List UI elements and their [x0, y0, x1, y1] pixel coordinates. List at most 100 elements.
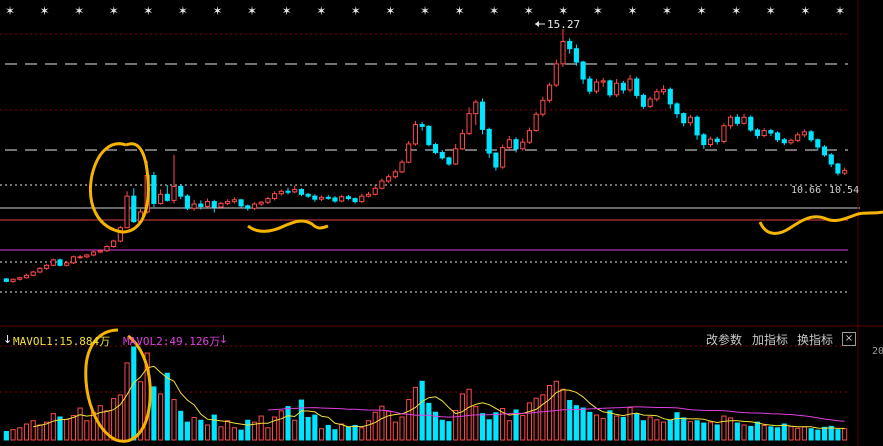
close-icon[interactable]: ×	[842, 332, 856, 346]
candle-body	[298, 188, 305, 195]
star-marker-icon: ✶	[40, 4, 50, 18]
volume-bar	[620, 416, 626, 441]
candle-body	[218, 202, 224, 208]
volume-bar	[446, 421, 452, 441]
candle-body	[23, 274, 30, 279]
chart-stage: ✶ ✶ ✶ ✶ ✶ ✶ ✶ ✶ ✶ ✶ ✶ ✶ ✶ ✶ ✶ ✶ ✶ ✶ ✶ ✶ ✶ ✶ ✶ ✶ ✶ 15.27 10.66 10…	[0, 0, 883, 446]
volume-bar	[520, 415, 526, 441]
candle-body	[500, 147, 506, 168]
volume-bar	[573, 405, 579, 441]
candle-body	[312, 195, 318, 200]
candle-body	[386, 176, 392, 182]
volume-bar	[721, 415, 727, 441]
candle-body	[439, 151, 445, 159]
volume-bar	[278, 410, 284, 441]
candle-body	[446, 157, 452, 165]
candle-body	[815, 139, 821, 148]
volume-bar	[305, 416, 311, 441]
star-marker-icon: ✶	[593, 4, 603, 18]
modify-params-button[interactable]: 改参数	[706, 331, 742, 348]
candle-body	[392, 171, 398, 178]
candle-body	[627, 78, 633, 91]
volume-bar	[184, 421, 191, 441]
volume-bar	[748, 425, 754, 441]
volume-bar	[218, 426, 224, 441]
candle-body	[788, 139, 794, 144]
volume-bar	[245, 419, 251, 441]
candle-body	[365, 193, 372, 197]
volume-bar	[560, 388, 566, 441]
volume-bar	[687, 421, 693, 441]
star-marker-icon: ✶	[282, 4, 292, 18]
star-marker-icon: ✶	[455, 4, 465, 18]
candle-body	[258, 201, 264, 205]
max-price-marker: 15.27	[535, 18, 580, 31]
candle-body	[473, 101, 479, 115]
candle-body	[520, 141, 526, 150]
volume-bar	[178, 410, 184, 441]
volume-bar	[64, 418, 70, 441]
volume-bar	[198, 419, 204, 441]
volume-bar	[479, 413, 486, 441]
candle-body	[44, 264, 50, 269]
volume-bar	[821, 426, 828, 441]
volume-bar	[808, 428, 814, 441]
volume-bar	[372, 411, 378, 441]
candle-body	[607, 80, 613, 96]
volume-bar	[171, 399, 177, 441]
candle-body	[593, 81, 600, 92]
candle-body	[104, 245, 110, 252]
volume-bar	[761, 424, 767, 441]
volume-bar	[231, 427, 237, 441]
candle-body	[560, 40, 566, 65]
switch-indicator-button[interactable]: 换指标	[797, 331, 833, 348]
volume-bar	[842, 428, 848, 441]
star-marker-icon: ✶	[247, 4, 257, 18]
volume-bar	[77, 407, 83, 441]
candle-body	[426, 125, 432, 146]
volume-bar	[493, 412, 499, 441]
volume-bar	[158, 393, 164, 441]
add-indicator-button[interactable]: 加指标	[752, 331, 788, 348]
volume-bar	[473, 406, 479, 441]
candle-body	[553, 63, 559, 86]
volume-bar	[681, 417, 687, 441]
volume-bar	[17, 427, 23, 441]
volume-bar	[567, 400, 573, 441]
star-marker-icon: ✶	[178, 4, 188, 18]
candle-body	[131, 195, 137, 223]
volume-bar	[131, 346, 137, 441]
indicator-arrow-icon: ↓	[3, 333, 13, 346]
candle-body	[567, 40, 573, 50]
candle-body	[587, 78, 593, 92]
volume-bar	[600, 417, 606, 441]
star-marker-icon: ✶	[109, 4, 119, 18]
candle-body	[70, 256, 76, 264]
volume-bar	[453, 409, 459, 441]
annotation-underline	[247, 219, 329, 233]
star-marker-icon: ✶	[731, 4, 741, 18]
candle-body	[821, 146, 828, 156]
volume-bar	[835, 429, 841, 441]
candle-body	[372, 187, 378, 195]
mavol2-label: MAVOL2:49.126万	[123, 335, 221, 348]
star-marker-icon: ✶	[835, 4, 845, 18]
price-panel[interactable]	[3, 28, 848, 283]
star-marker-icon: ✶	[766, 4, 776, 18]
candle-body	[158, 193, 164, 204]
volume-panel[interactable]	[3, 346, 848, 441]
volume-bar	[44, 421, 50, 441]
volume-bar	[151, 386, 157, 441]
volume-bar	[406, 399, 412, 441]
volume-bar	[781, 423, 787, 441]
volume-bar	[466, 388, 472, 441]
volume-bar	[734, 422, 740, 441]
candle-body	[808, 131, 814, 141]
volume-bar	[23, 423, 30, 441]
candle-body	[741, 116, 747, 124]
candle-body	[84, 254, 90, 258]
candle-body	[272, 193, 278, 200]
candle-body	[359, 195, 365, 203]
star-marker-icon: ✶	[212, 4, 222, 18]
volume-bar	[258, 415, 264, 441]
